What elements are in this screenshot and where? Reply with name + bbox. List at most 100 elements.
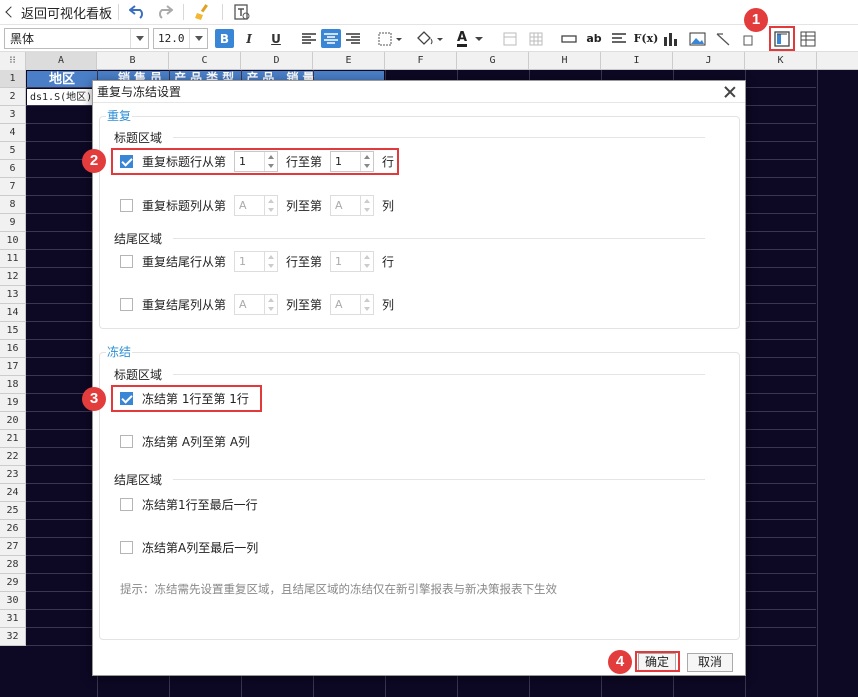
row-header[interactable]: 30 <box>0 592 25 610</box>
cancel-button[interactable]: 取消 <box>687 653 733 672</box>
italic-button[interactable]: I <box>241 29 257 48</box>
grid-icon[interactable] <box>527 29 545 48</box>
spinner-arrows-icon[interactable] <box>360 195 373 215</box>
fill-color-icon[interactable] <box>414 29 446 48</box>
column-header[interactable]: B <box>97 52 169 70</box>
row-header[interactable]: 27 <box>0 538 25 556</box>
hint-text: 提示：冻结需先设置重复区域，且结尾区域的冻结仅在新引擎报表与新决策报表下生效 <box>120 582 557 596</box>
column-header[interactable]: K <box>745 52 817 70</box>
step-badge-4: 4 <box>608 650 632 674</box>
font-color-button[interactable]: A <box>454 29 488 48</box>
row-header[interactable]: 2 <box>0 88 25 106</box>
row-header[interactable]: 18 <box>0 376 25 394</box>
column-header[interactable]: H <box>529 52 601 70</box>
repeat-title-col-to-input[interactable]: A <box>330 194 375 216</box>
freeze-footer-col-checkbox[interactable] <box>120 540 133 554</box>
align-center-icon[interactable] <box>321 29 341 48</box>
bold-button[interactable]: B <box>215 29 234 48</box>
merge-icon[interactable] <box>501 29 519 48</box>
text-icon[interactable]: ab <box>584 29 604 48</box>
cell-a2[interactable]: ds1.S(地区) <box>27 89 97 106</box>
column-header[interactable]: A <box>26 52 97 70</box>
row-header[interactable]: 24 <box>0 484 25 502</box>
row-header[interactable]: 6 <box>0 160 25 178</box>
spinner-arrows-icon[interactable] <box>264 251 277 271</box>
repeat-footer-row-to-input[interactable]: 1 <box>330 250 375 272</box>
repeat-footer-col-from-input[interactable]: A <box>234 293 279 315</box>
row-header[interactable]: 23 <box>0 466 25 484</box>
row-header[interactable]: 10 <box>0 232 25 250</box>
freeze-footer-row-checkbox[interactable] <box>120 497 133 511</box>
row-header[interactable]: 17 <box>0 358 25 376</box>
row-header[interactable]: 14 <box>0 304 25 322</box>
back-button[interactable]: 返回可视化看板 <box>0 0 112 25</box>
row-header[interactable]: 4 <box>0 124 25 142</box>
column-header[interactable]: C <box>169 52 241 70</box>
wrap-icon[interactable] <box>610 29 628 48</box>
repeat-footer-col-to-input[interactable]: A <box>330 293 375 315</box>
row-header[interactable]: 16 <box>0 340 25 358</box>
redo-icon[interactable] <box>153 1 175 23</box>
row-header[interactable]: 15 <box>0 322 25 340</box>
repeat-footer-row-from-input[interactable]: 1 <box>234 250 279 272</box>
formula-icon[interactable]: F(x) <box>634 29 659 48</box>
align-left-icon[interactable] <box>300 29 318 48</box>
row-header[interactable]: 31 <box>0 610 25 628</box>
column-header[interactable]: G <box>457 52 529 70</box>
column-header[interactable]: F <box>385 52 457 70</box>
spinner-arrows-icon[interactable] <box>264 294 277 314</box>
row-header[interactable]: 25 <box>0 502 25 520</box>
column-header[interactable]: D <box>241 52 313 70</box>
row-header[interactable]: 3 <box>0 106 25 124</box>
text-preview-icon[interactable] <box>231 1 253 23</box>
chart-icon[interactable] <box>661 29 681 48</box>
image-icon[interactable] <box>687 29 707 48</box>
spinner-arrows-icon[interactable] <box>264 195 277 215</box>
row-header[interactable]: 8 <box>0 196 25 214</box>
spinner-arrows-icon[interactable] <box>360 294 373 314</box>
row-header[interactable]: 12 <box>0 268 25 286</box>
row-header[interactable]: 13 <box>0 286 25 304</box>
row-header[interactable]: 32 <box>0 628 25 646</box>
chevron-down-icon <box>130 29 148 48</box>
row-header[interactable]: 1 <box>0 70 25 88</box>
repeat-title-col-from-input[interactable]: A <box>234 194 279 216</box>
row-header[interactable]: 19 <box>0 394 25 412</box>
select-all-corner[interactable]: ⁝⁝ <box>0 52 26 70</box>
freeze-title-area-label: 标题区域 <box>114 368 163 382</box>
align-right-icon[interactable] <box>344 29 362 48</box>
font-size-select[interactable]: 12.0 <box>153 28 208 49</box>
row-header[interactable]: 7 <box>0 178 25 196</box>
repeat-footer-col-checkbox[interactable] <box>120 297 133 311</box>
row-header[interactable]: 5 <box>0 142 25 160</box>
undo-icon[interactable] <box>127 1 149 23</box>
sheet-icon[interactable] <box>798 29 818 48</box>
close-icon[interactable] <box>723 85 737 99</box>
row-header[interactable]: 9 <box>0 214 25 232</box>
repeat-footer-row-checkbox[interactable] <box>120 254 133 268</box>
format-painter-icon[interactable] <box>192 1 214 23</box>
cell-a1[interactable]: 地区 <box>27 71 97 88</box>
step-badge-3: 3 <box>82 387 106 411</box>
underline-button[interactable]: U <box>268 29 284 48</box>
dialog-titlebar: 重复与冻结设置 <box>93 81 745 103</box>
font-select[interactable]: 黑体 <box>4 28 149 49</box>
spinner-arrows-icon[interactable] <box>360 251 373 271</box>
row-header[interactable]: 29 <box>0 574 25 592</box>
freeze-col-checkbox[interactable] <box>120 434 133 448</box>
slash-icon[interactable] <box>713 29 733 48</box>
divider <box>173 137 705 138</box>
row-header[interactable]: 20 <box>0 412 25 430</box>
column-header[interactable]: E <box>313 52 385 70</box>
row-header[interactable]: 28 <box>0 556 25 574</box>
row-header[interactable]: 11 <box>0 250 25 268</box>
row-header[interactable]: 26 <box>0 520 25 538</box>
row-header[interactable]: 21 <box>0 430 25 448</box>
row-header[interactable]: 22 <box>0 448 25 466</box>
border-icon[interactable] <box>376 29 404 48</box>
column-header[interactable]: I <box>601 52 673 70</box>
repeat-title-col-checkbox[interactable] <box>120 198 133 212</box>
column-header[interactable]: J <box>673 52 745 70</box>
insert-row-icon[interactable] <box>560 29 578 48</box>
divider <box>173 374 705 375</box>
